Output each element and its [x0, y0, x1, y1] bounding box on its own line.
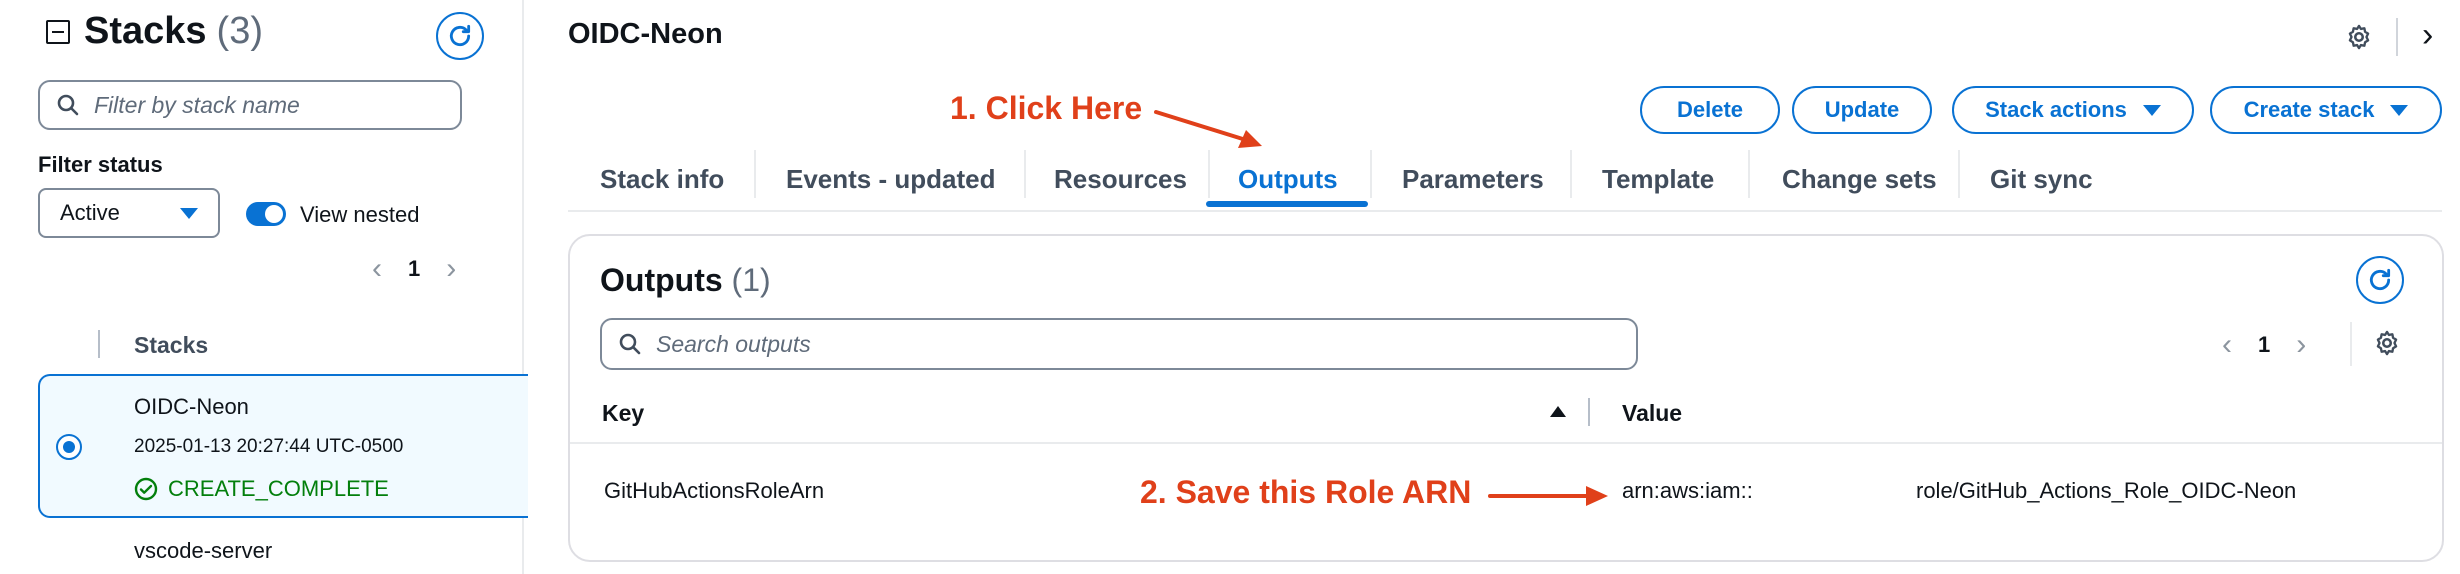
tab-stack-info[interactable]: Stack info	[600, 148, 724, 210]
stack-name[interactable]: vscode-server	[134, 538, 272, 564]
tab-separator	[1370, 150, 1372, 198]
outputs-pagination: ‹ 1 ›	[2222, 330, 2306, 360]
outputs-title: Outputs (1)	[600, 262, 771, 299]
stack-status-text: CREATE_COMPLETE	[168, 476, 389, 501]
refresh-icon	[449, 24, 471, 47]
sidebar-title-text: Stacks	[84, 10, 207, 52]
tab-parameters[interactable]: Parameters	[1402, 148, 1544, 210]
tab-separator	[1958, 150, 1960, 198]
header-divider	[2396, 18, 2398, 56]
search-outputs-input[interactable]: Search outputs	[600, 318, 1638, 370]
outputs-preferences-button[interactable]	[2370, 326, 2404, 360]
outputs-count: (1)	[731, 262, 771, 298]
stack-actions-label: Stack actions	[1985, 97, 2127, 122]
search-outputs-placeholder: Search outputs	[656, 330, 811, 357]
create-stack-button[interactable]: Create stack	[2210, 86, 2442, 134]
update-button[interactable]: Update	[1792, 86, 1932, 134]
annotation-arrow-icon	[1154, 110, 1262, 148]
tab-separator	[1024, 150, 1026, 198]
sidebar-stack-count: (3)	[216, 10, 263, 52]
stack-status: CREATE_COMPLETE	[134, 476, 389, 502]
filter-stack-input[interactable]: Filter by stack name	[38, 80, 462, 130]
filter-status-label: Filter status	[38, 152, 163, 177]
annotation-click-here: 1. Click Here	[950, 90, 1143, 126]
status-select-value: Active	[60, 200, 120, 225]
outputs-refresh-button[interactable]	[2356, 256, 2404, 304]
tab-separator	[1208, 150, 1210, 198]
chevron-right-icon[interactable]: ›	[446, 254, 456, 284]
status-select[interactable]: Active	[38, 188, 220, 238]
value-column-header[interactable]: Value	[1622, 400, 1682, 427]
update-button-label: Update	[1824, 97, 1900, 122]
chevron-right-icon[interactable]: ›	[2296, 330, 2306, 360]
view-nested-toggle[interactable]	[246, 202, 286, 226]
delete-button[interactable]: Delete	[1640, 86, 1780, 134]
sidebar-pagination: ‹ 1 ›	[372, 254, 456, 284]
key-column-header[interactable]: Key	[602, 400, 644, 427]
refresh-icon	[2369, 268, 2391, 291]
tab-separator	[1748, 150, 1750, 198]
output-value-suffix: role/GitHub_Actions_Role_OIDC-Neon	[1916, 478, 2297, 503]
stack-actions-button[interactable]: Stack actions	[1952, 86, 2194, 134]
table-header-divider	[570, 442, 2442, 444]
stack-timestamp: 2025-01-13 20:27:44 UTC-0500	[134, 436, 404, 457]
tab-git-sync[interactable]: Git sync	[1990, 148, 2093, 210]
tab-template[interactable]: Template	[1602, 148, 1714, 210]
sort-ascending-icon[interactable]	[1550, 406, 1566, 417]
success-icon	[134, 477, 158, 501]
chevron-left-icon[interactable]: ‹	[372, 254, 382, 284]
view-nested-label: View nested	[300, 202, 420, 227]
gear-icon	[2376, 330, 2398, 356]
tab-resources[interactable]: Resources	[1054, 148, 1187, 210]
tab-separator	[754, 150, 756, 198]
output-key: GitHubActionsRoleArn	[604, 478, 825, 503]
tab-events[interactable]: Events - updated	[786, 148, 995, 210]
search-icon	[619, 333, 641, 355]
stacks-column-header: Stacks	[134, 332, 209, 358]
filter-stack-placeholder: Filter by stack name	[94, 91, 300, 118]
caret-down-icon	[2142, 104, 2161, 116]
pagination-divider	[2350, 322, 2352, 366]
search-icon	[57, 94, 79, 116]
settings-button[interactable]	[2342, 20, 2376, 54]
annotation-arrow-icon	[1488, 486, 1608, 506]
outputs-page-number[interactable]: 1	[2258, 332, 2270, 358]
page-title: OIDC-Neon	[568, 18, 723, 50]
chevron-left-icon[interactable]: ‹	[2222, 330, 2232, 360]
annotation-save-arn: 2. Save this Role ARN	[1140, 474, 1472, 510]
column-separator[interactable]	[1588, 398, 1590, 426]
stack-name[interactable]: OIDC-Neon	[134, 394, 249, 420]
delete-button-label: Delete	[1676, 97, 1744, 122]
caret-down-icon	[2390, 104, 2409, 116]
collapse-icon[interactable]	[46, 19, 70, 44]
active-tab-indicator	[1206, 201, 1368, 207]
column-separator	[98, 330, 100, 358]
stack-radio-selected[interactable]	[56, 434, 82, 460]
sidebar-title: Stacks (3)	[46, 10, 263, 53]
tab-separator	[1570, 150, 1572, 198]
tab-change-sets[interactable]: Change sets	[1782, 148, 1937, 210]
sidebar-page-number[interactable]: 1	[408, 256, 420, 282]
create-stack-label: Create stack	[2243, 97, 2375, 122]
output-value-prefix: arn:aws:iam::	[1622, 478, 1753, 503]
sidebar-refresh-button[interactable]	[436, 12, 484, 60]
gear-icon	[2348, 24, 2370, 50]
outputs-title-text: Outputs	[600, 262, 723, 298]
caret-down-icon	[180, 207, 198, 219]
chevron-right-icon[interactable]: ›	[2422, 18, 2433, 52]
